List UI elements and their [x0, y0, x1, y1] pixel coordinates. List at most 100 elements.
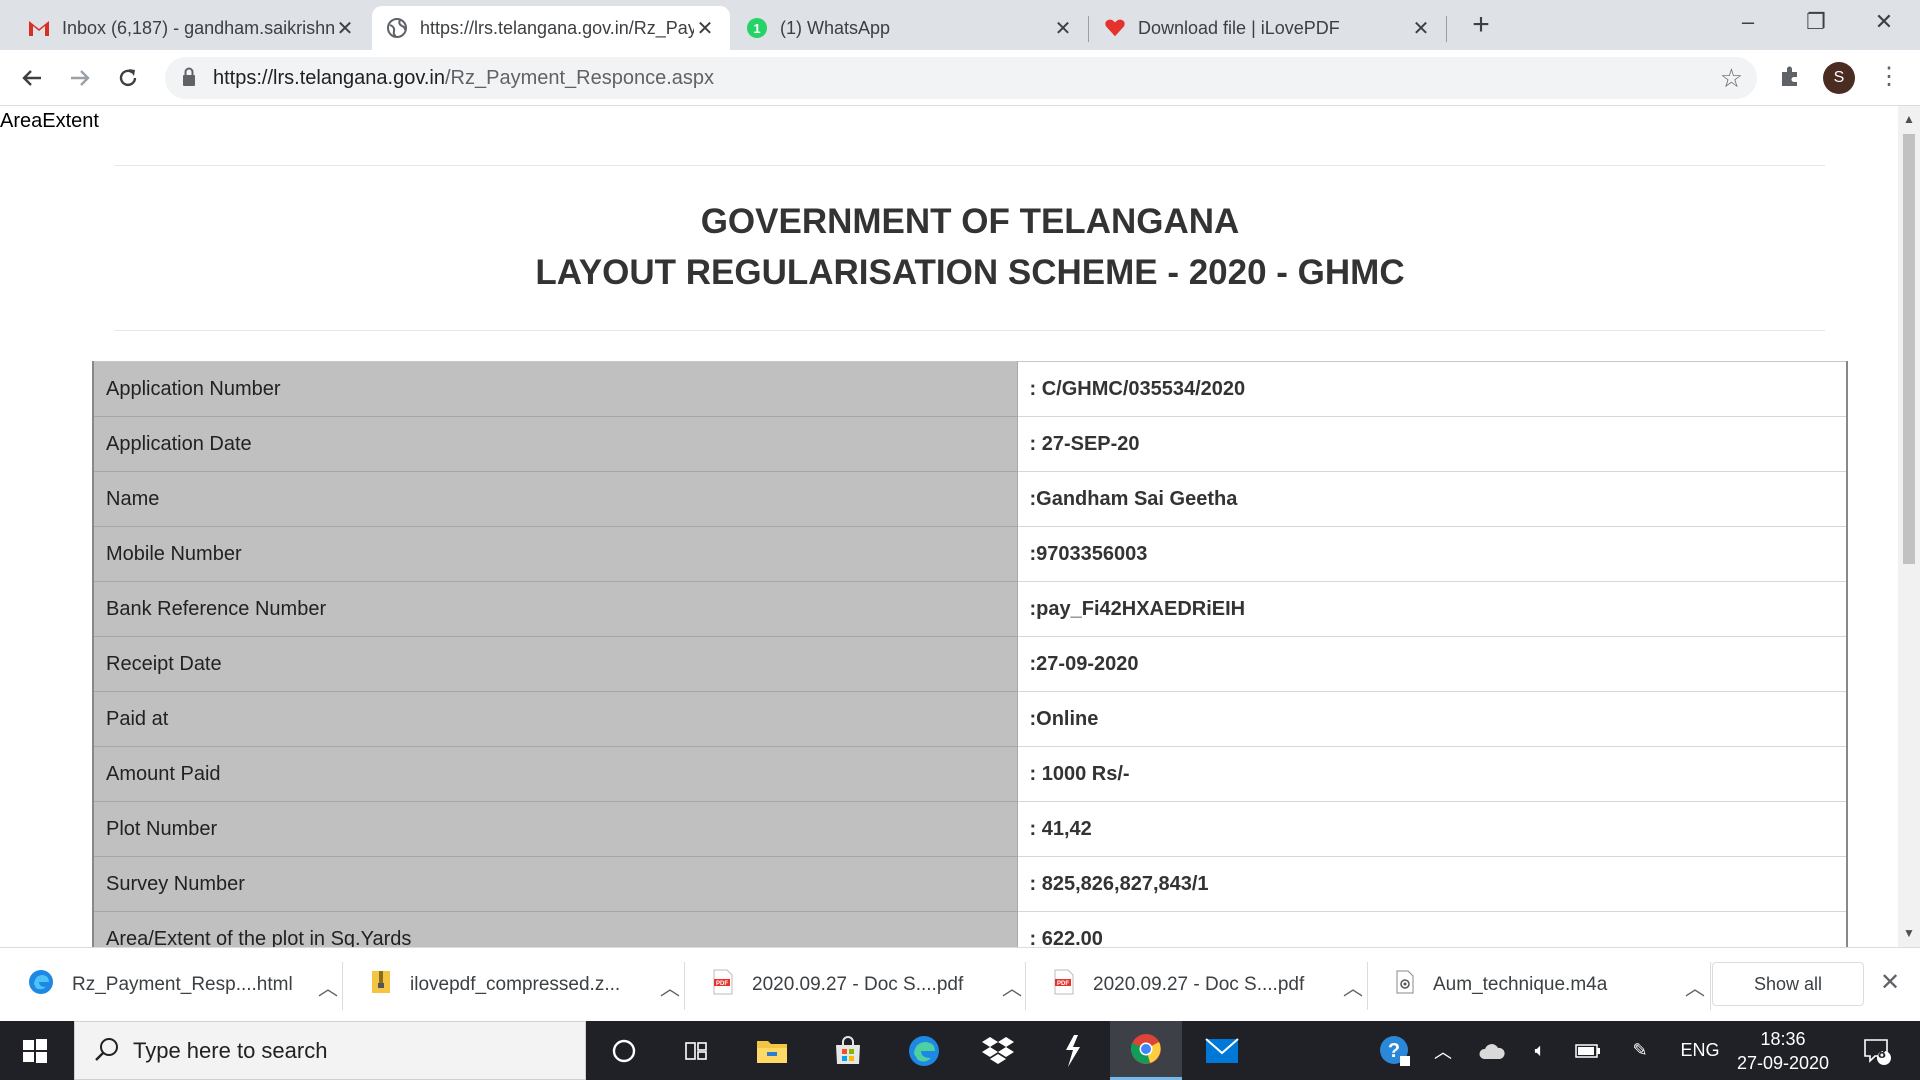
- extensions-puzzle-icon[interactable]: [1775, 64, 1805, 94]
- task-view-icon[interactable]: [660, 1021, 732, 1080]
- scrollbar-thumb[interactable]: [1903, 134, 1915, 564]
- clock-date: 27-09-2020: [1736, 1053, 1830, 1073]
- url-path: /Rz_Payment_Responce.aspx: [445, 67, 715, 89]
- area-extent-text: AreaExtent: [0, 110, 99, 132]
- row-label: Mobile Number: [92, 526, 1018, 582]
- reload-button[interactable]: [110, 60, 146, 96]
- tab-ilovepdf[interactable]: Download file | iLovePDF ✕: [1090, 6, 1446, 50]
- table-row: Name:Gandham Sai Geetha: [92, 471, 1848, 527]
- download-item[interactable]: PDF 2020.09.27 - Doc S....pdf ︿: [1053, 948, 1363, 1022]
- search-placeholder: Type here to search: [133, 1038, 328, 1063]
- table-row: Bank Reference Number:pay_Fi42HXAEDRiEIH: [92, 581, 1848, 637]
- row-value: : C/GHMC/035534/2020: [1017, 361, 1848, 417]
- table-row: Area/Extent of the plot in Sq.Yards: 622…: [92, 911, 1848, 947]
- row-label: Application Date: [92, 416, 1018, 472]
- row-value: :9703356003: [1017, 526, 1848, 582]
- clock-time: 18:36: [1760, 1029, 1806, 1049]
- taskbar-search-box[interactable]: Type here to search: [74, 1021, 586, 1080]
- row-value: : 622.00: [1017, 911, 1848, 947]
- page-title: GOVERNMENT OF TELANGANA: [700, 202, 1240, 241]
- page-scrollbar[interactable]: ▲ ▼: [1898, 106, 1920, 947]
- download-filename: 2020.09.27 - Doc S....pdf: [752, 974, 964, 995]
- sway-icon[interactable]: [1036, 1021, 1108, 1080]
- help-icon[interactable]: ?: [1374, 1021, 1416, 1080]
- row-value: : 1000 Rs/-: [1017, 746, 1848, 802]
- scroll-up-icon[interactable]: ▲: [1898, 112, 1920, 126]
- row-label: Plot Number: [92, 801, 1018, 857]
- close-icon[interactable]: ✕: [1052, 16, 1074, 41]
- chevron-up-icon[interactable]: ︿: [1343, 972, 1363, 1001]
- microsoft-store-icon[interactable]: [812, 1021, 884, 1080]
- download-item[interactable]: ilovepdf_compressed.z... ︿: [370, 948, 680, 1022]
- chevron-up-icon[interactable]: ︿: [1002, 972, 1022, 1001]
- windows-taskbar: Type here to search ? ︿ 🔈︎ ✎ ENG 18:36 2…: [0, 1021, 1920, 1080]
- chevron-up-icon[interactable]: ︿: [1428, 1021, 1458, 1080]
- windows-logo-icon: [23, 1038, 47, 1063]
- close-icon[interactable]: ✕: [334, 16, 356, 41]
- notification-count: 8: [1878, 1045, 1886, 1061]
- download-shelf: Rz_Payment_Resp....html ︿ ilovepdf_compr…: [0, 947, 1920, 1021]
- notification-center-icon[interactable]: 8: [1852, 1021, 1902, 1080]
- scroll-down-icon[interactable]: ▼: [1898, 926, 1920, 940]
- chevron-up-icon[interactable]: ︿: [318, 972, 338, 1001]
- start-button[interactable]: [0, 1021, 70, 1080]
- tab-gmail[interactable]: Inbox (6,187) - gandham.saikrishna ✕: [14, 6, 370, 50]
- close-icon[interactable]: ✕: [1880, 968, 1900, 997]
- chevron-up-icon[interactable]: ︿: [1685, 972, 1705, 1001]
- row-label: Area/Extent of the plot in Sq.Yards: [92, 911, 1018, 947]
- profile-avatar[interactable]: S: [1823, 62, 1855, 94]
- close-icon[interactable]: ✕: [694, 16, 716, 41]
- show-all-button[interactable]: Show all: [1712, 962, 1864, 1006]
- language-indicator[interactable]: ENG: [1670, 1021, 1730, 1080]
- cortana-icon[interactable]: [588, 1021, 660, 1080]
- chrome-browser-icon[interactable]: [1110, 1021, 1182, 1080]
- tab-lrs[interactable]: https://lrs.telangana.gov.in/Rz_Payment_…: [372, 6, 730, 50]
- row-value: :pay_Fi42HXAEDRiEIH: [1017, 581, 1848, 637]
- url-text: https://lrs.telangana.gov.in/Rz_Payment_…: [213, 67, 714, 90]
- tab-title: (1) WhatsApp: [780, 17, 891, 38]
- tab-title: https://lrs.telangana.gov.in/Rz_Payment_…: [420, 17, 694, 38]
- download-filename: ilovepdf_compressed.z...: [410, 974, 621, 995]
- divider: [115, 165, 1825, 166]
- pen-icon[interactable]: ✎: [1622, 1021, 1658, 1080]
- lock-icon: [181, 67, 197, 92]
- kebab-menu-icon[interactable]: ⋮: [1874, 64, 1904, 94]
- arrow-right-icon: [71, 70, 90, 86]
- download-item[interactable]: PDF 2020.09.27 - Doc S....pdf ︿: [712, 948, 1022, 1022]
- new-tab-button[interactable]: +: [1465, 8, 1497, 42]
- download-item[interactable]: Rz_Payment_Resp....html ︿: [28, 948, 338, 1022]
- bookmark-star-icon[interactable]: ☆: [1720, 63, 1743, 94]
- clock[interactable]: 18:36 27-09-2020: [1730, 1027, 1836, 1075]
- mail-icon[interactable]: [1186, 1021, 1258, 1080]
- forward-button[interactable]: [62, 60, 98, 96]
- minimize-button[interactable]: –: [1720, 0, 1776, 44]
- row-value: : 825,826,827,843/1: [1017, 856, 1848, 912]
- speaker-volume-icon[interactable]: 🔈︎: [1522, 1021, 1558, 1080]
- download-filename: Aum_technique.m4a: [1433, 974, 1608, 995]
- close-icon[interactable]: ✕: [1410, 16, 1432, 41]
- file-explorer-icon[interactable]: [736, 1021, 808, 1080]
- tab-whatsapp[interactable]: 1 (1) WhatsApp ✕: [732, 6, 1088, 50]
- dropbox-icon[interactable]: [962, 1021, 1034, 1080]
- edge-browser-icon[interactable]: [888, 1021, 960, 1080]
- row-label: Amount Paid: [92, 746, 1018, 802]
- divider: [115, 330, 1825, 331]
- reload-icon: [119, 69, 137, 87]
- onedrive-cloud-icon[interactable]: [1474, 1021, 1510, 1080]
- arrow-left-icon: [22, 70, 41, 86]
- pdf-icon: PDF: [1053, 969, 1075, 1001]
- table-row: Amount Paid: 1000 Rs/-: [92, 746, 1848, 802]
- window-close-button[interactable]: ✕: [1856, 0, 1912, 44]
- browser-toolbar: https://lrs.telangana.gov.in/Rz_Payment_…: [0, 50, 1920, 106]
- address-bar[interactable]: https://lrs.telangana.gov.in/Rz_Payment_…: [165, 57, 1757, 99]
- battery-icon[interactable]: [1570, 1021, 1606, 1080]
- row-label: Application Number: [92, 361, 1018, 417]
- table-row: Paid at:Online: [92, 691, 1848, 747]
- table-row: Mobile Number:9703356003: [92, 526, 1848, 582]
- chevron-up-icon[interactable]: ︿: [660, 972, 680, 1001]
- download-filename: Rz_Payment_Resp....html: [72, 974, 293, 995]
- row-value: : 27-SEP-20: [1017, 416, 1848, 472]
- back-button[interactable]: [14, 60, 50, 96]
- download-item[interactable]: Aum_technique.m4a ︿: [1395, 948, 1705, 1022]
- restore-button[interactable]: ❐: [1788, 0, 1844, 44]
